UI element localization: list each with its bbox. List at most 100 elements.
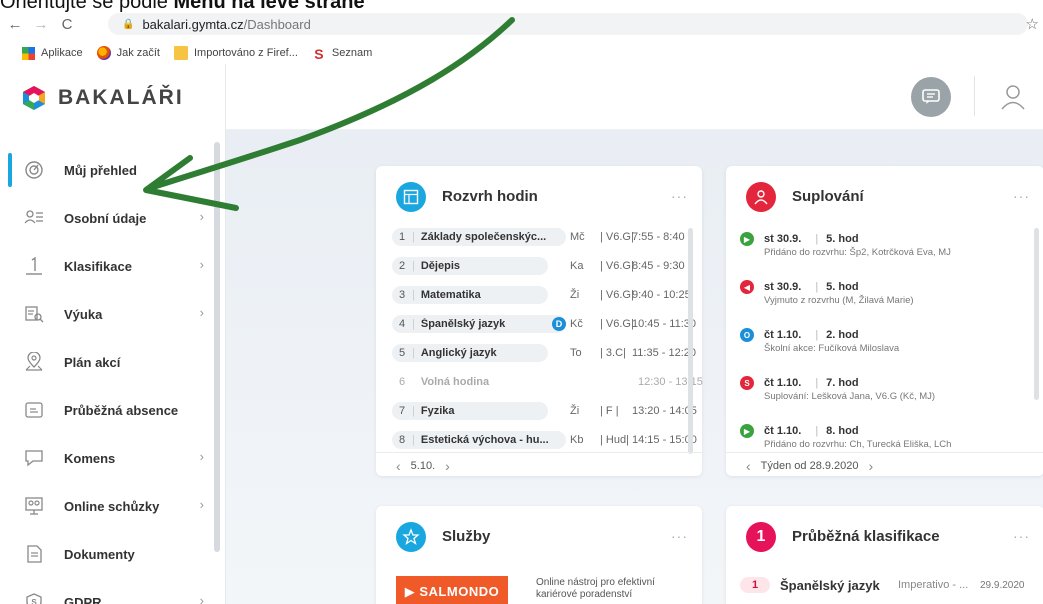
chevron-right-icon: › <box>199 305 204 320</box>
substitution-card: Suplování ··· ▶ st 30.9. | 5. hod Přidáno d… <box>726 166 1043 476</box>
sidebar-item-komens[interactable]: Komens › <box>0 434 220 482</box>
chat-button[interactable] <box>911 77 951 117</box>
absence-icon <box>24 400 44 420</box>
prev-week-arrow-icon[interactable]: ‹ <box>746 458 751 474</box>
browser-toolbar: ← → C 🔒 bakalari.gymta.cz/Dashboard <box>0 12 1043 36</box>
substitution-entry[interactable]: ▶ čt 1.10. | 8. hod Přidáno do rozvrhu: Ch,… <box>740 424 1040 450</box>
bookmark-seznam[interactable]: S Seznam <box>312 46 372 62</box>
schedule-row[interactable]: 2 | Dějepis Ka | V6.G| 8:45 - 9:30 <box>392 257 686 275</box>
substitution-footer: ‹ Týden od 28.9.2020 › <box>746 458 883 474</box>
sidebar-item-label: Plán akcí <box>64 354 121 370</box>
sidebar-item-label: Dokumenty <box>64 546 135 562</box>
schedule-row[interactable]: 7 | Fyzika Ži | F | 13:20 - 14:05 <box>392 402 697 420</box>
bookmark-star-icon[interactable]: ☆ <box>1026 15 1039 33</box>
substitution-s-icon: S <box>740 376 754 390</box>
personal-info-icon <box>24 208 44 228</box>
forward-arrow-icon[interactable]: → <box>30 16 52 33</box>
schedule-row[interactable]: 5 | Anglický jazyk To | 3.C| 11:35 - 12:20 <box>392 344 696 362</box>
dashboard-area: Rozvrh hodin ··· 1 | Základy společenskýc.… <box>226 130 1043 604</box>
back-arrow-icon[interactable]: ← <box>4 16 26 33</box>
map-pin-icon <box>24 352 44 372</box>
grade-subject: Španělský jazyk <box>780 577 880 593</box>
services-more-menu[interactable]: ··· <box>671 528 688 544</box>
sidebar-scrollbar[interactable] <box>214 142 220 552</box>
schedule-title[interactable]: Rozvrh hodin <box>442 188 538 205</box>
schedule-footer-divider <box>376 452 702 453</box>
schedule-row[interactable]: 4 | Španělský jazyk D Kč | V6.G| 10:45 - 11:… <box>392 315 696 333</box>
chevron-right-icon: › <box>199 593 204 604</box>
grade-type: Imperativo - ... <box>898 579 969 591</box>
teaching-icon <box>24 304 44 324</box>
next-week-arrow-icon[interactable]: › <box>869 458 874 474</box>
substitution-entry[interactable]: ◀ st 30.9. | 5. hod Vyjmuto z rozvrhu (M, Ž… <box>740 280 1040 306</box>
prev-day-arrow-icon[interactable]: ‹ <box>396 458 401 474</box>
services-title[interactable]: Služby <box>442 528 490 545</box>
sidebar-item-gdpr[interactable]: S GDPR › <box>0 578 220 604</box>
schedule-date: 5.10. <box>410 460 436 472</box>
topbar-divider <box>974 76 975 116</box>
address-bar[interactable]: 🔒 bakalari.gymta.cz/Dashboard <box>108 13 1028 35</box>
substitution-entry[interactable]: Očt 1.10. | 2. hod Školní akce: Fučíková M… <box>740 328 1040 354</box>
grade-badge: 1 <box>740 577 770 593</box>
next-day-arrow-icon[interactable]: › <box>445 458 450 474</box>
firefox-icon <box>96 46 111 60</box>
bakalari-logo-icon <box>23 86 45 110</box>
salmondo-description: Online nástroj pro efektivní kariérové p… <box>536 577 655 600</box>
url-path: /Dashboard <box>243 16 311 32</box>
sidebar-nav: Můj přehled Osobní údaje › Klasifikace ›… <box>0 146 220 604</box>
seznam-icon: S <box>314 46 324 62</box>
sidebar-item-dokumenty[interactable]: Dokumenty <box>0 530 220 578</box>
schedule-scrollbar[interactable] <box>688 228 693 454</box>
gdpr-shield-icon: S <box>24 592 44 604</box>
substitution-entry[interactable]: ▶ st 30.9. | 5. hod Přidáno do rozvrhu: Šp2… <box>740 232 1040 258</box>
schedule-row[interactable]: 3 | Matematika Ži | V6.G| 9:40 - 10:25 <box>392 286 691 304</box>
sidebar-item-plan-akci[interactable]: Plán akcí <box>0 338 220 386</box>
chat-icon <box>922 89 940 104</box>
bookmark-imported-folder[interactable]: Importováno z Firef... <box>173 46 298 60</box>
school-event-icon: O <box>740 328 754 342</box>
substitution-week: Týden od 28.9.2020 <box>760 460 859 472</box>
dashboard-icon <box>24 160 44 180</box>
sidebar-item-muj-prehled[interactable]: Můj přehled <box>0 146 220 194</box>
schedule-badge: D <box>552 317 566 331</box>
reload-icon[interactable]: C <box>56 16 78 33</box>
grade-date: 29.9.2020 <box>980 579 1025 591</box>
svg-text:S: S <box>31 598 37 604</box>
sidebar-item-label: Výuka <box>64 306 103 322</box>
schedule-row-free[interactable]: 6|Volná hodina 12:30 - 13:15 <box>392 373 703 391</box>
user-icon[interactable] <box>998 82 1028 112</box>
substitution-scrollbar[interactable] <box>1034 228 1039 400</box>
schedule-card: Rozvrh hodin ··· 1 | Základy společenskýc.… <box>376 166 703 476</box>
grade-row[interactable]: 1 Španělský jazyk Imperativo - ... 29.9.… <box>740 576 1040 594</box>
grades-title[interactable]: Průběžná klasifikace <box>792 528 940 545</box>
folder-icon <box>173 46 188 60</box>
schedule-icon <box>396 182 426 212</box>
bookmark-apps[interactable]: Aplikace <box>22 46 83 60</box>
substitution-more-menu[interactable]: ··· <box>1013 188 1030 204</box>
salmondo-button[interactable]: ▶ SALMONDO <box>396 576 508 604</box>
bookmark-jak-zacit[interactable]: Jak začít <box>96 46 160 60</box>
app-logo[interactable]: BAKALÁŘI <box>22 84 184 112</box>
url-host: bakalari.gymta.cz <box>142 16 244 32</box>
added-icon: ▶ <box>740 424 754 438</box>
app-logo-text: BAKALÁŘI <box>58 86 184 109</box>
sidebar: BAKALÁŘI Můj přehled Osobní údaje › Klas… <box>0 64 226 604</box>
apps-grid-icon <box>22 46 35 60</box>
schedule-row[interactable]: 8 | Estetická výchova - hu... Kb | Hud| 14:1… <box>392 431 697 449</box>
sidebar-item-prubezna-absence[interactable]: Průběžná absence <box>0 386 220 434</box>
sidebar-item-klasifikace[interactable]: Klasifikace › <box>0 242 220 290</box>
sidebar-item-online-schuzky[interactable]: Online schůzky › <box>0 482 220 530</box>
substitution-title[interactable]: Suplování <box>792 188 864 205</box>
grades-card: 1 Průběžná klasifikace ··· 1 Španělský j… <box>726 506 1043 604</box>
message-icon <box>24 448 44 468</box>
sidebar-item-vyuka[interactable]: Výuka › <box>0 290 220 338</box>
schedule-more-menu[interactable]: ··· <box>671 188 688 204</box>
star-icon <box>396 522 426 552</box>
substitution-entry[interactable]: Sčt 1.10. | 7. hod Suplování: Lešková Jana… <box>740 376 1040 402</box>
chevron-right-icon: › <box>199 257 204 272</box>
sidebar-item-osobni-udaje[interactable]: Osobní údaje › <box>0 194 220 242</box>
grades-more-menu[interactable]: ··· <box>1013 528 1030 544</box>
sidebar-item-label: Průběžná absence <box>64 402 179 418</box>
lock-icon: 🔒 <box>122 18 135 30</box>
schedule-row[interactable]: 1 | Základy společenskýc... Mč | V6.G| 7:55 … <box>392 228 686 246</box>
